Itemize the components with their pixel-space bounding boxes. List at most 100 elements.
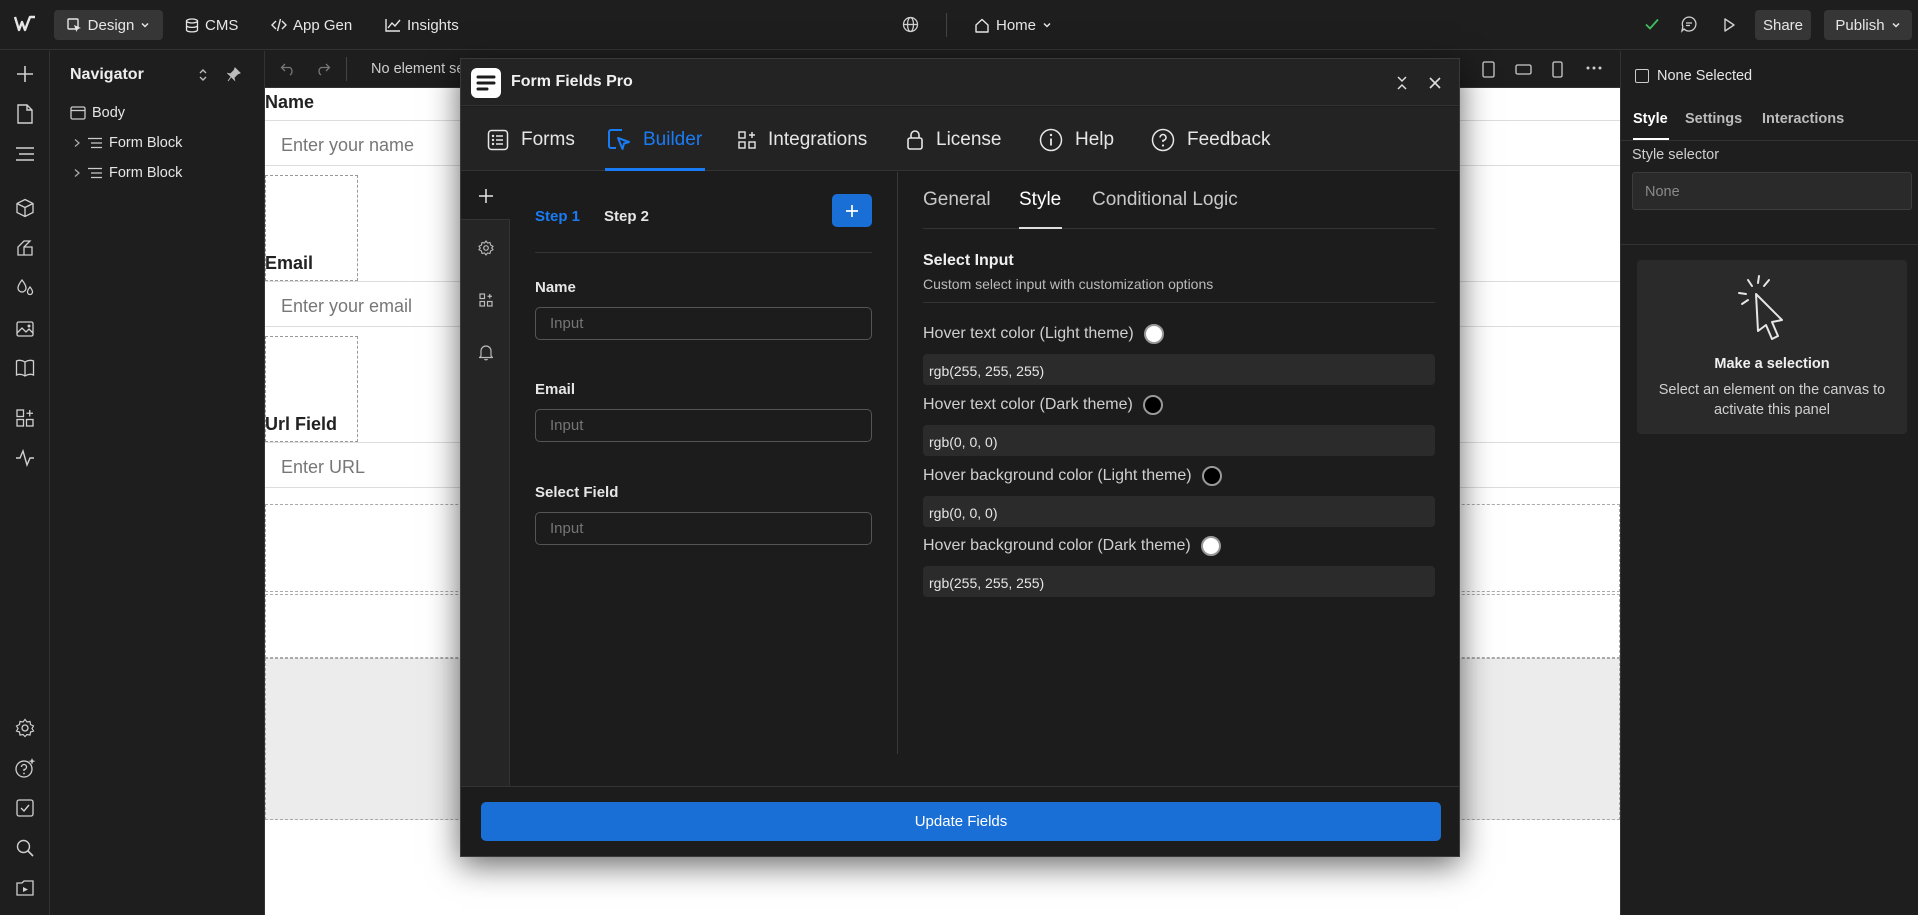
webflow-logo-icon[interactable] — [14, 15, 36, 33]
form-block-icon — [87, 167, 103, 179]
none-selected-label: None Selected — [1657, 68, 1753, 84]
undo-icon[interactable] — [280, 62, 296, 76]
update-fields-button[interactable]: Update Fields — [481, 802, 1441, 841]
design-mode-button[interactable]: Design — [54, 10, 163, 40]
assets-icon[interactable] — [13, 316, 37, 340]
search-icon[interactable] — [13, 836, 37, 860]
chevron-right-icon[interactable] — [73, 168, 81, 178]
checkbox[interactable] — [1635, 69, 1649, 83]
style-panel: None Selected Style Settings Interaction… — [1620, 51, 1918, 915]
nav-item-label: Form Block — [109, 165, 183, 181]
share-button[interactable]: Share — [1755, 10, 1811, 40]
variables-icon[interactable] — [13, 236, 37, 260]
tab-style[interactable]: Style — [1633, 111, 1668, 127]
tab-builder[interactable]: Builder — [607, 123, 702, 157]
add-field-icon[interactable] — [461, 172, 510, 220]
video-tutorial-icon[interactable] — [13, 876, 37, 900]
close-icon[interactable] — [1428, 76, 1442, 90]
insights-button[interactable]: Insights — [385, 12, 459, 38]
field-name-label: Name — [535, 279, 576, 296]
tab-license[interactable]: License — [906, 123, 1002, 157]
cursor-icon — [66, 17, 82, 33]
chevron-down-icon — [1891, 20, 1901, 30]
builder-side-toolbar — [461, 172, 510, 786]
color-swatch[interactable] — [1200, 536, 1221, 556]
tab-conditional-logic[interactable]: Conditional Logic — [1092, 189, 1238, 211]
nav-item-body[interactable]: Body — [70, 105, 125, 121]
field-select-input[interactable] — [535, 512, 872, 545]
left-toolbar — [0, 51, 50, 915]
redo-icon[interactable] — [315, 62, 331, 76]
tab-integrations[interactable]: Integrations — [738, 123, 867, 157]
help-ai-icon[interactable] — [13, 756, 37, 780]
empty-state-title: Make a selection — [1714, 356, 1830, 372]
tab-forms[interactable]: Forms — [487, 123, 575, 157]
apps-icon[interactable] — [13, 406, 37, 430]
play-icon — [1721, 17, 1737, 33]
cms-label: CMS — [205, 16, 239, 34]
navigator-icon[interactable] — [13, 142, 37, 166]
settings-icon[interactable] — [13, 716, 37, 740]
bell-icon[interactable] — [461, 328, 510, 376]
components-icon[interactable] — [13, 196, 37, 220]
pin-icon[interactable] — [227, 67, 241, 82]
color-value-input[interactable]: rgb(0, 0, 0) — [923, 496, 1435, 527]
step-2-tab[interactable]: Step 2 — [604, 208, 649, 225]
divider — [1621, 244, 1918, 245]
divider — [923, 302, 1435, 303]
styles-icon[interactable] — [13, 276, 37, 300]
tablet-icon[interactable] — [1482, 61, 1495, 78]
modal-title: Form Fields Pro — [511, 73, 633, 90]
tab-feedback[interactable]: Feedback — [1151, 123, 1270, 157]
field-email-input[interactable] — [535, 409, 872, 442]
color-swatch[interactable] — [1143, 324, 1164, 344]
modal-footer: Update Fields — [461, 786, 1459, 856]
more-options-icon[interactable] — [1586, 66, 1602, 70]
nav-item-form-block[interactable]: Form Block — [73, 165, 182, 181]
tab-general[interactable]: General — [923, 189, 991, 211]
integrations-icon[interactable] — [461, 276, 510, 324]
page-selector[interactable]: Home — [974, 12, 1052, 38]
tab-interactions[interactable]: Interactions — [1762, 111, 1844, 127]
color-swatch[interactable] — [1142, 395, 1163, 415]
book-icon[interactable] — [13, 356, 37, 380]
step-1-tab[interactable]: Step 1 — [535, 208, 580, 225]
color-swatch[interactable] — [1201, 466, 1222, 486]
form-fields-pro-logo-icon — [471, 68, 501, 98]
tab-settings[interactable]: Settings — [1685, 111, 1742, 127]
chevron-right-icon[interactable] — [73, 138, 81, 148]
modal-header: Form Fields Pro — [461, 59, 1459, 106]
activity-icon[interactable] — [13, 446, 37, 470]
publish-button[interactable]: Publish — [1824, 10, 1912, 40]
option-label: Hover text color (Light theme) — [923, 325, 1134, 342]
minimize-icon[interactable] — [1395, 75, 1409, 91]
globe-icon[interactable] — [902, 16, 919, 33]
active-tab-indicator — [1633, 138, 1669, 140]
lock-icon — [906, 129, 924, 151]
code-icon — [271, 18, 287, 32]
style-selector-input[interactable]: None — [1632, 172, 1912, 210]
tab-help[interactable]: Help — [1039, 123, 1114, 157]
gear-icon[interactable] — [461, 224, 510, 272]
page-icon[interactable] — [13, 102, 37, 126]
nav-item-label: Body — [92, 105, 126, 121]
cms-button[interactable]: CMS — [185, 12, 238, 38]
selection-checkbox-row[interactable]: None Selected — [1635, 68, 1752, 84]
audit-check-icon[interactable] — [13, 796, 37, 820]
section-description: Custom select input with customization o… — [923, 276, 1214, 292]
mobile-landscape-icon[interactable] — [1515, 64, 1532, 75]
app-gen-button[interactable]: App Gen — [271, 12, 352, 38]
color-value-input[interactable]: rgb(255, 255, 255) — [923, 354, 1435, 385]
field-name-input[interactable] — [535, 307, 872, 340]
preview-button[interactable] — [1714, 10, 1744, 40]
tab-style[interactable]: Style — [1019, 189, 1061, 211]
url-field-label: Url Field — [265, 414, 338, 434]
add-icon[interactable] — [13, 62, 37, 86]
color-value-input[interactable]: rgb(255, 255, 255) — [923, 566, 1435, 597]
expand-collapse-icon[interactable] — [197, 68, 209, 82]
nav-item-form-block[interactable]: Form Block — [73, 135, 182, 151]
comment-icon[interactable] — [1680, 15, 1698, 33]
add-step-button[interactable] — [832, 194, 872, 227]
color-value-input[interactable]: rgb(0, 0, 0) — [923, 425, 1435, 456]
mobile-portrait-icon[interactable] — [1552, 61, 1563, 78]
